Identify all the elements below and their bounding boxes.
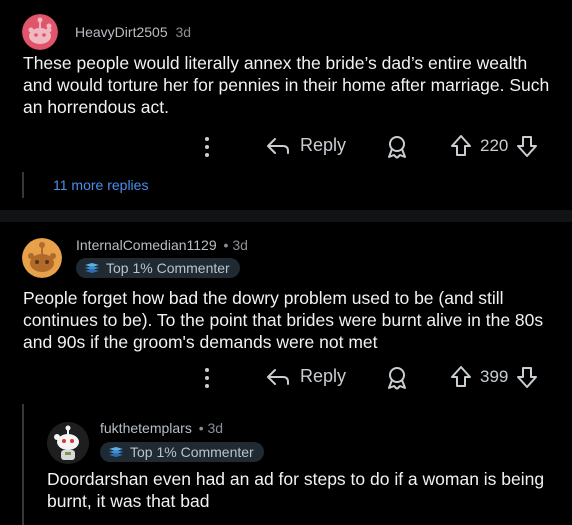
avatar[interactable] — [22, 238, 62, 278]
award-icon — [388, 136, 406, 159]
more-options-icon[interactable] — [201, 366, 213, 390]
award-button[interactable] — [386, 366, 408, 395]
reply-label: Reply — [300, 366, 347, 386]
upvote-icon[interactable] — [450, 365, 472, 389]
separator-dot: • — [223, 237, 229, 253]
vote-control: 220 — [450, 134, 538, 158]
avatar[interactable] — [22, 14, 58, 50]
upvote-icon[interactable] — [450, 134, 472, 158]
avatar[interactable] — [47, 422, 89, 464]
award-icon — [388, 367, 406, 390]
comment-1: HeavyDirt2505 3d These people would lite… — [0, 0, 572, 210]
more-replies-link[interactable]: 11 more replies — [53, 177, 148, 193]
flair-label: Top 1% Commenter — [130, 444, 254, 460]
timestamp: 3d — [175, 24, 192, 40]
comment-body: People forget how bad the dowry problem … — [23, 288, 544, 352]
thread-line — [22, 172, 24, 198]
award-button[interactable] — [386, 135, 408, 164]
downvote-icon[interactable] — [516, 365, 538, 389]
username[interactable]: InternalComedian1129 — [76, 237, 217, 253]
comment-author-line: HeavyDirt2505 3d — [75, 24, 191, 40]
reply-arrow-icon — [267, 368, 289, 385]
top-commenter-icon — [109, 447, 123, 457]
timestamp: 3d — [207, 420, 224, 436]
username[interactable]: fukthetemplars — [100, 420, 192, 436]
downvote-icon[interactable] — [516, 134, 538, 158]
snoo-avatar-icon — [47, 422, 89, 464]
username[interactable]: HeavyDirt2505 — [75, 24, 168, 40]
flair-badge: Top 1% Commenter — [76, 258, 240, 278]
comment-body: Doordarshan even had an ad for steps to … — [47, 469, 545, 511]
comment-separator — [0, 210, 572, 222]
timestamp: 3d — [232, 237, 248, 253]
vote-count: 399 — [480, 367, 509, 386]
reply-label: Reply — [300, 135, 347, 155]
vote-count: 220 — [480, 136, 509, 155]
reply-arrow-icon — [267, 137, 289, 154]
reply-button[interactable]: Reply — [266, 366, 346, 387]
comment-author-line: InternalComedian1129 • 3d — [76, 237, 248, 253]
comment-3: fukthetemplars • 3d Top 1% Commenter Doo… — [0, 412, 572, 525]
flair-badge: Top 1% Commenter — [100, 442, 264, 462]
top-commenter-icon — [85, 263, 99, 273]
flair-label: Top 1% Commenter — [106, 260, 230, 276]
separator-dot: • — [198, 420, 204, 436]
snoo-avatar-icon — [22, 14, 58, 50]
reply-button[interactable]: Reply — [266, 135, 346, 156]
more-options-icon[interactable] — [201, 135, 213, 159]
snoo-avatar-icon — [22, 238, 62, 278]
vote-control: 399 — [450, 365, 538, 389]
comment-author-line: fukthetemplars • 3d — [100, 420, 223, 436]
comment-body: These people would literally annex the b… — [23, 53, 550, 117]
